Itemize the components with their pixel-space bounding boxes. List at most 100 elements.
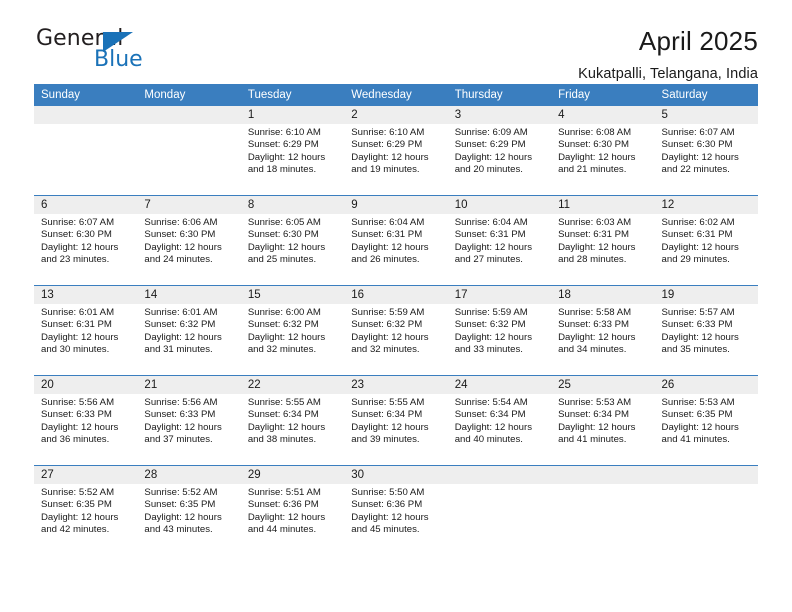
daylight-hours: Daylight: 12 hours (558, 331, 636, 343)
day-number: 7 (137, 196, 241, 214)
calendar-day-cell[interactable]: 21 Sunrise: 5:56 AM Sunset: 6:33 PM Dayligh… (137, 375, 241, 466)
day-number: 9 (344, 196, 448, 214)
calendar-day-cell[interactable]: 4 Sunrise: 6:08 AM Sunset: 6:30 PM Daylight… (551, 106, 655, 196)
calendar-day-cell-empty (34, 106, 138, 196)
calendar-day-cell[interactable]: 6 Sunrise: 6:07 AM Sunset: 6:30 PM Daylight… (34, 195, 138, 286)
calendar-day-cell[interactable]: 7 Sunrise: 6:06 AM Sunset: 6:30 PM Daylight… (137, 195, 241, 286)
calendar-week-row: 13 Sunrise: 6:01 AM Sunset: 6:31 PM Dayligh… (34, 285, 758, 376)
general-blue-logo[interactable]: General Blue (34, 26, 164, 74)
day-number: 13 (34, 286, 138, 304)
calendar-day-cell[interactable]: 10 Sunrise: 6:04 AM Sunset: 6:31 PM Dayligh… (447, 195, 552, 286)
calendar-day-cell[interactable]: 30 Sunrise: 5:50 AM Sunset: 6:36 PM Dayligh… (344, 465, 448, 555)
sunrise-time: Sunrise: 5:57 AM (661, 307, 735, 318)
calendar-week-row: 6 Sunrise: 6:07 AM Sunset: 6:30 PM Daylight… (34, 195, 758, 286)
sunrise-time: Sunrise: 6:02 AM (661, 217, 735, 228)
calendar-day-cell[interactable]: 29 Sunrise: 5:51 AM Sunset: 6:36 PM Dayligh… (240, 465, 345, 555)
daylight-minutes: and 24 minutes. (144, 253, 213, 265)
calendar-day-cell[interactable]: 5 Sunrise: 6:07 AM Sunset: 6:30 PM Daylight… (654, 106, 758, 196)
sunset-time: Sunset: 6:34 PM (558, 409, 630, 421)
day-number: 25 (551, 376, 655, 394)
daylight-minutes: and 45 minutes. (351, 523, 420, 535)
sunrise-time: Sunrise: 6:07 AM (661, 127, 735, 138)
sunrise-time: Sunrise: 5:52 AM (144, 487, 218, 498)
daylight-hours: Daylight: 12 hours (41, 421, 119, 433)
daylight-minutes: and 38 minutes. (247, 433, 317, 445)
calendar-day-cell[interactable]: 22 Sunrise: 5:55 AM Sunset: 6:34 PM Dayligh… (240, 375, 345, 466)
calendar-day-cell[interactable]: 2 Sunrise: 6:10 AM Sunset: 6:29 PM Daylight… (344, 106, 448, 196)
day-details: Sunrise: 5:52 AM Sunset: 6:35 PM Daylight:… (34, 484, 137, 536)
calendar-week-row: 1 Sunrise: 6:10 AM Sunset: 6:29 PM Daylight… (34, 106, 758, 196)
calendar-day-cell[interactable]: 9 Sunrise: 6:04 AM Sunset: 6:31 PM Daylight… (344, 195, 448, 286)
day-number: 19 (654, 286, 758, 304)
title-block: April 2025 Kukatpalli, Telangana, India (578, 26, 758, 83)
sunrise-time: Sunrise: 5:59 AM (351, 307, 425, 318)
calendar-day-cell[interactable]: 17 Sunrise: 5:59 AM Sunset: 6:32 PM Dayligh… (447, 285, 552, 376)
daylight-hours: Daylight: 12 hours (351, 151, 429, 163)
calendar-day-cell[interactable]: 27 Sunrise: 5:52 AM Sunset: 6:35 PM Dayligh… (34, 465, 138, 555)
sunrise-time: Sunrise: 5:50 AM (351, 487, 425, 498)
day-details: Sunrise: 5:52 AM Sunset: 6:35 PM Daylight:… (137, 484, 240, 536)
day-number: 23 (344, 376, 448, 394)
calendar-day-cell[interactable]: 3 Sunrise: 6:09 AM Sunset: 6:29 PM Daylight… (447, 106, 552, 196)
page-title: April 2025 (638, 26, 758, 56)
sunrise-time: Sunrise: 6:01 AM (144, 307, 218, 318)
sunset-time: Sunset: 6:31 PM (558, 229, 630, 241)
weekday-header-row: Sunday Monday Tuesday Wednesday Thursday… (34, 84, 758, 106)
calendar-day-cell[interactable]: 11 Sunrise: 6:03 AM Sunset: 6:31 PM Dayligh… (551, 195, 655, 286)
page-header: General Blue April 2025 Kukatpalli, Tela… (34, 0, 758, 82)
daylight-hours: Daylight: 12 hours (144, 511, 222, 523)
calendar-day-cell[interactable]: 25 Sunrise: 5:53 AM Sunset: 6:34 PM Dayligh… (551, 375, 655, 466)
calendar-day-cell[interactable]: 28 Sunrise: 5:52 AM Sunset: 6:35 PM Dayligh… (137, 465, 241, 555)
daylight-minutes: and 41 minutes. (661, 433, 730, 445)
daylight-hours: Daylight: 12 hours (351, 241, 429, 253)
calendar-day-cell[interactable]: 15 Sunrise: 6:00 AM Sunset: 6:32 PM Dayligh… (240, 285, 345, 376)
sunrise-time: Sunrise: 6:09 AM (454, 127, 528, 138)
daylight-hours: Daylight: 12 hours (41, 331, 119, 343)
calendar-day-cell[interactable]: 16 Sunrise: 5:59 AM Sunset: 6:32 PM Dayligh… (344, 285, 448, 376)
calendar-day-cell-empty (447, 465, 552, 555)
day-details: Sunrise: 6:02 AM Sunset: 6:31 PM Daylight:… (655, 214, 758, 266)
daylight-minutes: and 22 minutes. (661, 163, 730, 175)
day-number: 4 (551, 106, 655, 124)
daylight-hours: Daylight: 12 hours (41, 241, 119, 253)
sunset-time: Sunset: 6:34 PM (454, 409, 526, 421)
daylight-hours: Daylight: 12 hours (144, 331, 222, 343)
day-details: Sunrise: 6:08 AM Sunset: 6:30 PM Daylight:… (551, 124, 654, 176)
daylight-hours: Daylight: 12 hours (247, 511, 326, 523)
sunrise-time: Sunrise: 6:00 AM (247, 307, 321, 318)
sunset-time: Sunset: 6:32 PM (247, 319, 319, 331)
sunset-time: Sunset: 6:33 PM (661, 319, 733, 331)
day-number: 21 (137, 376, 241, 394)
daylight-minutes: and 34 minutes. (558, 343, 627, 355)
calendar-day-cell[interactable]: 18 Sunrise: 5:58 AM Sunset: 6:33 PM Dayligh… (551, 285, 655, 376)
calendar-day-cell[interactable]: 19 Sunrise: 5:57 AM Sunset: 6:33 PM Dayligh… (654, 285, 758, 376)
day-details: Sunrise: 6:05 AM Sunset: 6:30 PM Daylight:… (241, 214, 344, 266)
daylight-minutes: and 18 minutes. (247, 163, 317, 175)
sunset-time: Sunset: 6:30 PM (144, 229, 216, 241)
calendar-day-cell[interactable]: 14 Sunrise: 6:01 AM Sunset: 6:32 PM Dayligh… (137, 285, 241, 376)
day-details: Sunrise: 5:50 AM Sunset: 6:36 PM Daylight:… (344, 484, 447, 536)
daylight-minutes: and 25 minutes. (247, 253, 317, 265)
weekday-header-monday: Monday (137, 84, 241, 106)
calendar-day-cell[interactable]: 13 Sunrise: 6:01 AM Sunset: 6:31 PM Dayligh… (34, 285, 138, 376)
weekday-header-sunday: Sunday (34, 84, 138, 106)
calendar-day-cell[interactable]: 24 Sunrise: 5:54 AM Sunset: 6:34 PM Dayligh… (447, 375, 552, 466)
day-number: 11 (551, 196, 655, 214)
day-details: Sunrise: 5:55 AM Sunset: 6:34 PM Daylight:… (241, 394, 344, 446)
daylight-minutes: and 30 minutes. (41, 343, 110, 355)
calendar-day-cell[interactable]: 20 Sunrise: 5:56 AM Sunset: 6:33 PM Dayligh… (34, 375, 138, 466)
calendar-day-cell[interactable]: 8 Sunrise: 6:05 AM Sunset: 6:30 PM Daylight… (240, 195, 345, 286)
calendar-day-cell[interactable]: 12 Sunrise: 6:02 AM Sunset: 6:31 PM Dayligh… (654, 195, 758, 286)
day-number: 5 (654, 106, 758, 124)
calendar-day-cell[interactable]: 1 Sunrise: 6:10 AM Sunset: 6:29 PM Daylight… (240, 106, 345, 196)
calendar-week-row: 27 Sunrise: 5:52 AM Sunset: 6:35 PM Dayligh… (34, 465, 758, 555)
calendar-day-cell[interactable]: 23 Sunrise: 5:55 AM Sunset: 6:34 PM Dayligh… (344, 375, 448, 466)
sunset-time: Sunset: 6:29 PM (454, 139, 526, 151)
calendar-body: 1 Sunrise: 6:10 AM Sunset: 6:29 PM Daylight… (34, 106, 758, 555)
sunrise-time: Sunrise: 5:56 AM (144, 397, 218, 408)
day-details: Sunrise: 6:01 AM Sunset: 6:32 PM Daylight:… (137, 304, 240, 356)
day-details: Sunrise: 6:10 AM Sunset: 6:29 PM Daylight:… (241, 124, 344, 176)
day-details: Sunrise: 6:06 AM Sunset: 6:30 PM Daylight:… (137, 214, 240, 266)
daylight-minutes: and 40 minutes. (454, 433, 523, 445)
calendar-day-cell[interactable]: 26 Sunrise: 5:53 AM Sunset: 6:35 PM Dayligh… (654, 375, 758, 466)
